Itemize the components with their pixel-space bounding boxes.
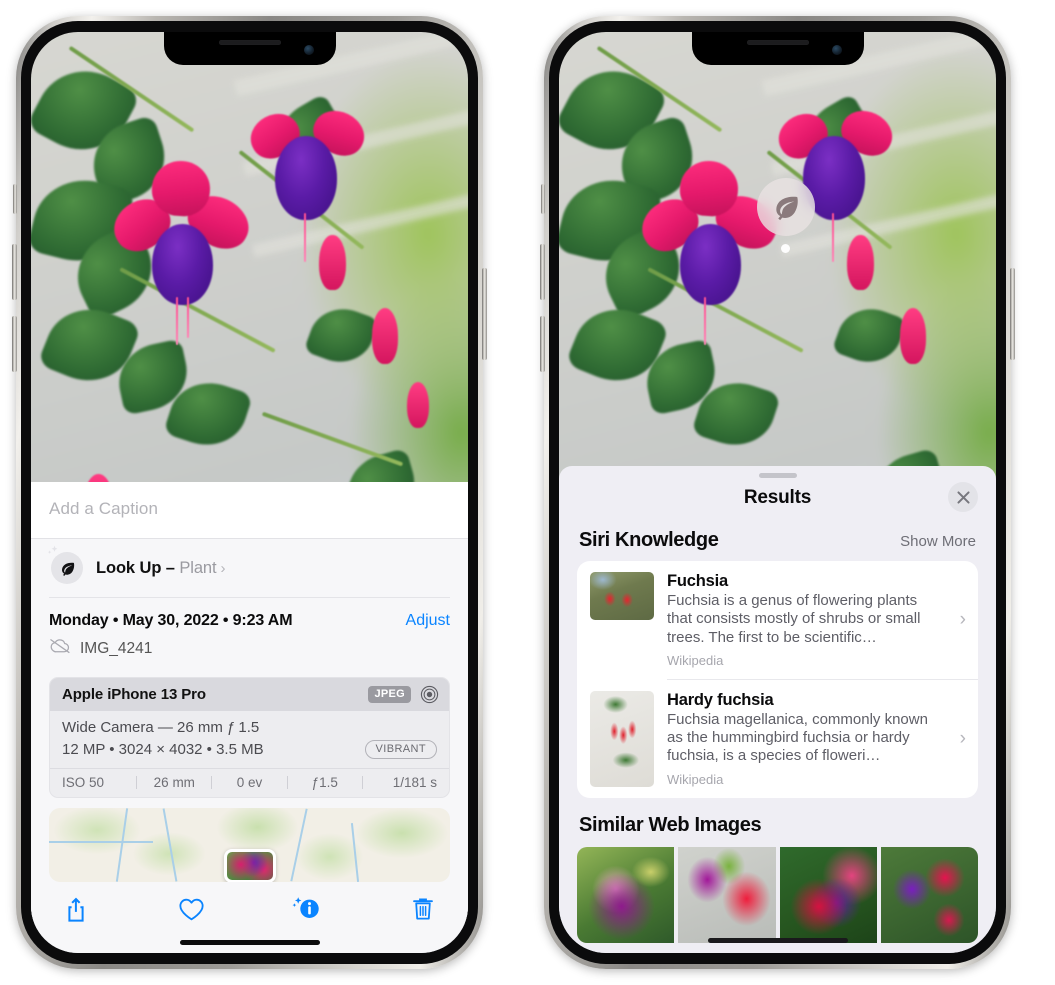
knowledge-source: Wikipedia — [667, 771, 724, 787]
visual-lookup-anchor-dot — [781, 244, 790, 253]
siri-knowledge-title: Siri Knowledge — [579, 529, 719, 551]
right-screen: Results Siri Knowledge Show More Fuchsia… — [559, 32, 996, 953]
photo-info-sheet: Add a Caption Look Up – Plant › Monday •… — [31, 482, 468, 953]
leaf-icon — [47, 545, 83, 584]
chevron-right-icon: › — [220, 559, 226, 577]
mute-switch[interactable] — [541, 184, 545, 214]
camera-lens: Wide Camera — 26 mm ƒ 1.5 — [62, 719, 260, 736]
look-up-row[interactable]: Look Up – Plant › — [31, 539, 468, 597]
web-image-2[interactable] — [678, 846, 776, 943]
speaker-grille — [218, 40, 281, 45]
exif-shutter: 1/181 s — [392, 775, 438, 790]
similar-web-images-strip[interactable] — [577, 846, 978, 943]
adjust-button[interactable]: Adjust — [406, 612, 450, 630]
share-button[interactable] — [61, 894, 91, 924]
results-header: Results — [559, 478, 996, 513]
home-indicator[interactable] — [707, 938, 848, 943]
home-indicator[interactable] — [179, 940, 320, 945]
camera-card-header: Apple iPhone 13 Pro JPEG — [50, 678, 449, 711]
photo-filename: IMG_4241 — [80, 639, 153, 657]
knowledge-item-fuchsia[interactable]: Fuchsia Fuchsia is a genus of flowering … — [577, 561, 978, 679]
camera-model: Apple iPhone 13 Pro — [62, 686, 206, 703]
cloud-slash-icon — [49, 638, 71, 659]
location-map[interactable] — [49, 808, 450, 882]
device-bezel: Add a Caption Look Up – Plant › Monday •… — [21, 21, 478, 964]
front-camera-icon — [303, 45, 314, 55]
knowledge-description: Fuchsia magellanica, commonly known as t… — [667, 710, 928, 765]
look-up-subject: Plant — [179, 558, 217, 577]
iphone-left-device: Add a Caption Look Up – Plant › Monday •… — [12, 16, 487, 969]
knowledge-description: Fuchsia is a genus of flowering plants t… — [667, 592, 921, 646]
visual-lookup-badge[interactable] — [757, 178, 815, 236]
exif-iso: ISO 50 — [62, 775, 105, 790]
knowledge-thumbnail — [590, 572, 654, 620]
screenshot-stage: Add a Caption Look Up – Plant › Monday •… — [0, 0, 1055, 985]
camera-card-body: Wide Camera — 26 mm ƒ 1.5 12 MP • 3024 ×… — [50, 711, 449, 768]
photo-toolbar — [31, 882, 468, 930]
siri-knowledge-header: Siri Knowledge Show More — [559, 513, 996, 561]
format-badge: JPEG — [368, 686, 411, 703]
exif-focal: 26 mm — [153, 775, 195, 790]
exif-row: ISO 50 26 mm 0 ev ƒ1.5 1/181 s — [50, 768, 449, 797]
map-photo-marker[interactable] — [223, 849, 276, 882]
close-icon[interactable] — [948, 482, 978, 512]
power-button[interactable] — [1010, 268, 1015, 360]
mute-switch[interactable] — [13, 184, 17, 214]
similar-web-images-header: Similar Web Images — [559, 798, 996, 847]
knowledge-source: Wikipedia — [667, 652, 724, 668]
results-sheet: Results Siri Knowledge Show More Fuchsia… — [559, 466, 996, 953]
exif-exposure: 0 ev — [236, 775, 263, 790]
show-more-button[interactable]: Show More — [900, 533, 976, 550]
volume-up-button[interactable] — [540, 244, 545, 300]
device-notch — [163, 32, 336, 65]
metadata-block: Monday • May 30, 2022 • 9:23 AM Adjust I… — [31, 598, 468, 669]
web-image-4[interactable] — [880, 846, 978, 943]
front-camera-icon — [831, 45, 842, 55]
camera-info-card[interactable]: Apple iPhone 13 Pro JPEG Wide Camera — 2… — [49, 677, 450, 798]
web-image-3[interactable] — [779, 846, 877, 943]
delete-button[interactable] — [408, 894, 438, 924]
results-title: Results — [743, 487, 812, 508]
map-marker-thumbnail — [226, 852, 273, 881]
knowledge-title: Fuchsia — [667, 572, 728, 590]
chevron-right-icon: › — [959, 608, 966, 630]
speaker-grille — [746, 40, 809, 45]
chevron-right-icon: › — [959, 727, 966, 749]
volume-down-button[interactable] — [12, 316, 17, 372]
camera-specs: 12 MP • 3024 × 4032 • 3.5 MB — [62, 741, 264, 758]
look-up-prefix: Look Up – — [96, 558, 180, 577]
volume-up-button[interactable] — [12, 244, 17, 300]
exif-aperture: ƒ1.5 — [311, 775, 338, 790]
photo-date: Monday • May 30, 2022 • 9:23 AM — [49, 612, 293, 629]
look-up-label: Look Up – Plant › — [96, 559, 225, 578]
similar-web-images-title: Similar Web Images — [579, 813, 762, 836]
siri-knowledge-card: Fuchsia Fuchsia is a genus of flowering … — [577, 561, 978, 798]
left-screen: Add a Caption Look Up – Plant › Monday •… — [31, 32, 468, 953]
favorite-button[interactable] — [177, 894, 207, 924]
volume-down-button[interactable] — [540, 316, 545, 372]
knowledge-item-hardy-fuchsia[interactable]: Hardy fuchsia Fuchsia magellanica, commo… — [577, 680, 978, 798]
device-notch — [691, 32, 864, 65]
info-button[interactable] — [292, 894, 322, 924]
aperture-ring-icon[interactable] — [420, 685, 439, 704]
knowledge-title: Hardy fuchsia — [667, 690, 774, 709]
power-button[interactable] — [482, 268, 487, 360]
device-bezel: Results Siri Knowledge Show More Fuchsia… — [549, 21, 1006, 964]
iphone-right-device: Results Siri Knowledge Show More Fuchsia… — [540, 16, 1015, 969]
web-image-1[interactable] — [577, 846, 675, 943]
caption-input[interactable]: Add a Caption — [31, 482, 468, 538]
photographic-style-badge: VIBRANT — [364, 740, 437, 759]
sparkles-icon — [41, 544, 61, 564]
knowledge-thumbnail — [590, 690, 654, 787]
